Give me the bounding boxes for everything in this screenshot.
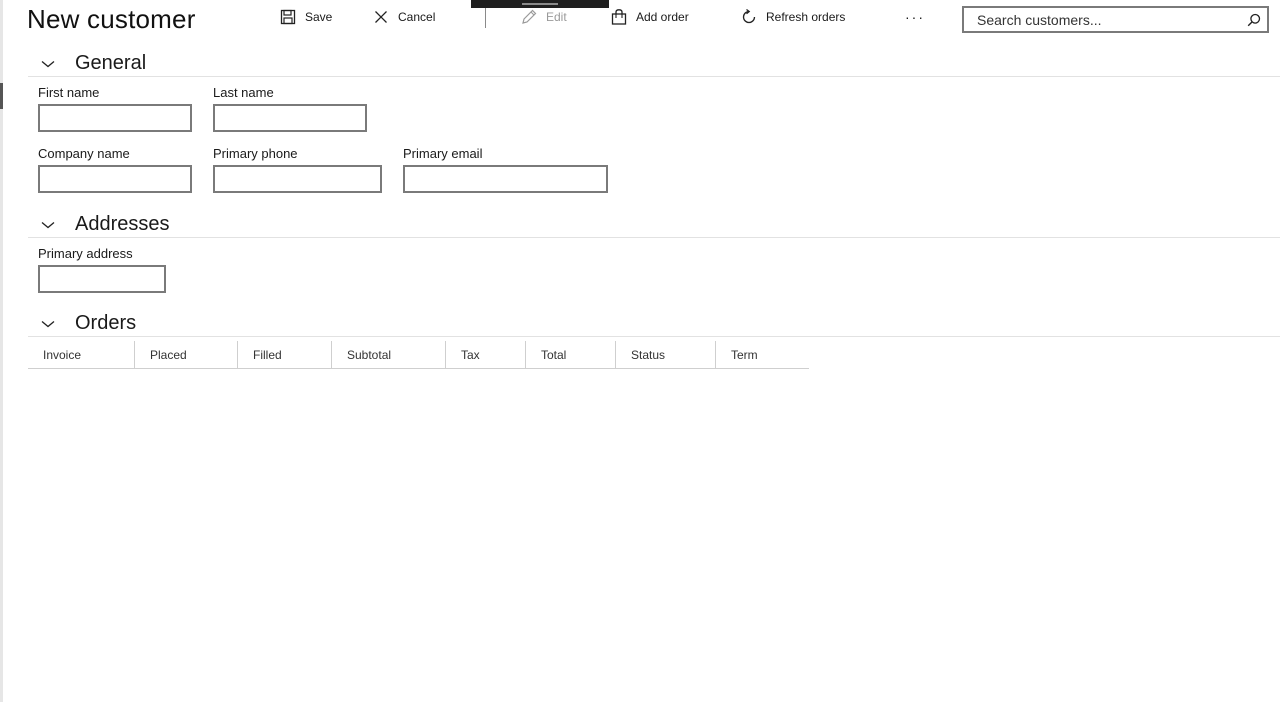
section-title-general: General — [75, 52, 147, 74]
drag-grip — [522, 3, 558, 5]
column-header-status[interactable]: Status — [616, 341, 715, 368]
primary-phone-field[interactable] — [213, 165, 382, 193]
add-order-label: Add order — [636, 10, 689, 24]
customer-form-window: New customer Save Cancel Edit Add order … — [0, 0, 1280, 720]
column-header-term[interactable]: Term — [716, 341, 809, 368]
shopping-bag-icon — [610, 8, 628, 26]
save-label: Save — [305, 10, 333, 24]
refresh-orders-label: Refresh orders — [766, 10, 846, 24]
cancel-label: Cancel — [398, 10, 436, 24]
primary-email-field[interactable] — [403, 165, 608, 193]
toolbar-separator — [485, 8, 486, 28]
cancel-button[interactable]: Cancel — [372, 6, 435, 28]
primary-address-field[interactable] — [38, 265, 166, 293]
orders-table-header: Invoice Placed Filled Subtotal Tax Total… — [28, 341, 809, 369]
close-icon — [372, 8, 390, 26]
company-name-label: Company name — [38, 146, 130, 161]
save-button[interactable]: Save — [279, 6, 332, 28]
refresh-orders-button[interactable]: Refresh orders — [740, 6, 845, 28]
column-header-subtotal[interactable]: Subtotal — [332, 341, 445, 368]
chevron-down-icon — [40, 58, 56, 70]
section-header-orders[interactable]: Orders — [40, 312, 136, 335]
section-title-orders: Orders — [75, 312, 137, 334]
section-title-addresses: Addresses — [75, 213, 170, 235]
primary-address-label: Primary address — [38, 246, 133, 261]
refresh-icon — [740, 8, 758, 26]
add-order-button[interactable]: Add order — [610, 6, 689, 28]
search-box[interactable] — [962, 6, 1269, 33]
primary-phone-label: Primary phone — [213, 146, 298, 161]
column-header-invoice[interactable]: Invoice — [28, 341, 134, 368]
first-name-label: First name — [38, 85, 100, 100]
edit-button[interactable]: Edit — [520, 6, 567, 28]
first-name-field[interactable] — [38, 104, 192, 132]
section-divider — [28, 76, 1280, 77]
section-header-addresses[interactable]: Addresses — [40, 213, 170, 236]
search-icon[interactable] — [1241, 8, 1267, 31]
column-header-total[interactable]: Total — [526, 341, 615, 368]
chevron-down-icon — [40, 318, 56, 330]
column-header-placed[interactable]: Placed — [135, 341, 237, 368]
save-icon — [279, 8, 297, 26]
section-header-general[interactable]: General — [40, 52, 146, 75]
column-header-filled[interactable]: Filled — [238, 341, 331, 368]
page-title: New customer — [27, 4, 196, 34]
company-name-field[interactable] — [38, 165, 192, 193]
primary-email-label: Primary email — [403, 146, 483, 161]
last-name-field[interactable] — [213, 104, 367, 132]
last-name-label: Last name — [213, 85, 274, 100]
search-input[interactable] — [964, 8, 1241, 31]
edit-label: Edit — [546, 10, 567, 24]
left-edge-indicator — [0, 83, 3, 109]
section-divider — [28, 237, 1280, 238]
more-options-button[interactable]: ··· — [900, 6, 930, 28]
column-header-tax[interactable]: Tax — [446, 341, 525, 368]
chevron-down-icon — [40, 219, 56, 231]
section-divider — [28, 336, 1280, 337]
pencil-icon — [520, 8, 538, 26]
